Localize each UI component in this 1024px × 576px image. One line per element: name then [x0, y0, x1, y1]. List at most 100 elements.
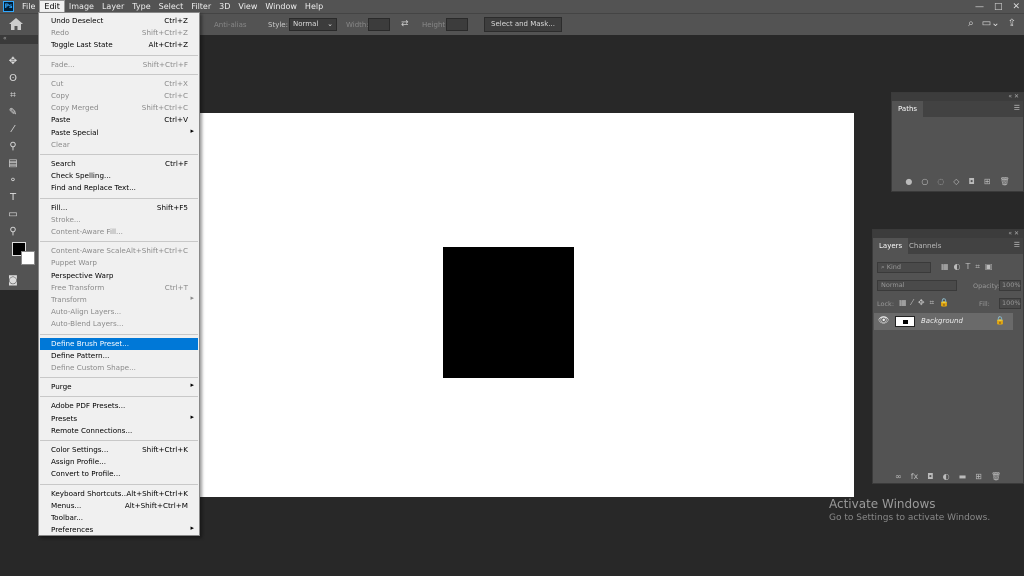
delete-layer-icon[interactable]: 🗑 [991, 472, 1001, 481]
menu-help[interactable]: Help [301, 0, 327, 13]
menu-item-menus[interactable]: Menus... Alt+Shift+Ctrl+M [40, 500, 198, 512]
menu-item-stroke[interactable]: Stroke... [40, 214, 198, 226]
layer-row-background[interactable]: 👁 Background 🔒 [874, 313, 1013, 330]
home-icon[interactable] [8, 17, 24, 31]
add-mask-icon[interactable]: ◘ [927, 472, 933, 481]
menu-item-cut[interactable]: Cut Ctrl+X [40, 78, 198, 90]
menu-item-free-transform[interactable]: Free Transform Ctrl+T [40, 282, 198, 294]
document-canvas[interactable] [188, 113, 854, 497]
width-input[interactable] [368, 18, 390, 31]
add-mask-icon[interactable]: ◘ [968, 177, 974, 186]
delete-path-icon[interactable]: 🗑 [999, 177, 1009, 186]
menu-item-auto-align-layers[interactable]: Auto-Align Layers... [40, 306, 198, 318]
opacity-input[interactable]: 100% [999, 280, 1021, 291]
menu-item-search[interactable]: Search Ctrl+F [40, 158, 198, 170]
make-path-icon[interactable]: ◇ [953, 177, 959, 186]
menu-window[interactable]: Window [261, 0, 301, 13]
brush-tool-icon[interactable]: ⁄ [6, 122, 20, 136]
menu-item-undo-deselect[interactable]: Undo Deselect Ctrl+Z [40, 15, 198, 27]
background-color-swatch[interactable] [21, 251, 35, 265]
menu-item-presets[interactable]: Presets ▸ [40, 413, 198, 425]
lasso-tool-icon[interactable]: ʘ [6, 71, 20, 85]
search-icon[interactable]: ⌕ [968, 18, 974, 29]
style-select[interactable]: Normal ⌄ [289, 18, 337, 31]
tab-channels[interactable]: Channels [903, 238, 947, 254]
layer-name[interactable]: Background [921, 317, 963, 325]
fill-input[interactable]: 100% [999, 298, 1021, 309]
menu-item-assign-profile[interactable]: Assign Profile... [40, 456, 198, 468]
swap-icon[interactable]: ⇄ [401, 19, 409, 29]
stroke-path-icon[interactable]: ○ [921, 177, 928, 186]
menu-item-copy[interactable]: Copy Ctrl+C [40, 90, 198, 102]
minimize-button[interactable]: — [975, 2, 984, 12]
gradient-tool-icon[interactable]: ▤ [6, 156, 20, 170]
menu-file[interactable]: File [18, 0, 39, 13]
adjustment-layer-icon[interactable]: ◐ [943, 472, 950, 481]
menu-item-fill[interactable]: Fill... Shift+F5 [40, 202, 198, 214]
anti-alias-label[interactable]: Anti-alias [214, 21, 247, 29]
menu-view[interactable]: View [234, 0, 261, 13]
panel-menu-icon[interactable]: ☰ [1014, 104, 1020, 112]
menu-item-preferences[interactable]: Preferences ▸ [40, 524, 198, 536]
menu-item-define-custom-shape[interactable]: Define Custom Shape... [40, 362, 198, 374]
filter-kind-select[interactable]: ⌕ Kind [877, 262, 931, 273]
filter-icons[interactable]: ▦◐T⌗▣ [941, 262, 998, 272]
crop-tool-icon[interactable]: ⌗ [6, 88, 20, 102]
menu-item-adobe-pdf-presets[interactable]: Adobe PDF Presets... [40, 400, 198, 412]
menu-item-label: Paste Special [51, 127, 99, 137]
panel-collapse[interactable]: « ✕ [892, 93, 1023, 101]
menu-item-purge[interactable]: Purge ▸ [40, 381, 198, 393]
fx-icon[interactable]: fx [911, 472, 919, 481]
eyedropper-tool-icon[interactable]: ✎ [6, 105, 20, 119]
quick-mask-icon[interactable]: ◙ [6, 273, 20, 287]
menu-item-check-spelling[interactable]: Check Spelling... [40, 170, 198, 182]
menu-item-clear[interactable]: Clear [40, 139, 198, 151]
menu-item-color-settings[interactable]: Color Settings... Shift+Ctrl+K [40, 444, 198, 456]
type-tool-icon[interactable]: T [6, 190, 20, 204]
height-input[interactable] [446, 18, 468, 31]
close-button[interactable]: ✕ [1012, 2, 1020, 12]
menu-item-paste-special[interactable]: Paste Special ▸ [40, 127, 198, 139]
link-layers-icon[interactable]: ∞ [895, 472, 902, 481]
menu-item-content-aware-scale[interactable]: Content-Aware Scale Alt+Shift+Ctrl+C [40, 245, 198, 257]
panel-menu-icon[interactable]: ☰ [1014, 241, 1020, 249]
new-group-icon[interactable]: ▬ [959, 472, 967, 481]
menu-item-redo[interactable]: Redo Shift+Ctrl+Z [40, 27, 198, 39]
menu-item-puppet-warp[interactable]: Puppet Warp [40, 257, 198, 269]
dodge-tool-icon[interactable]: ⚬ [6, 173, 20, 187]
menu-item-find-and-replace-text[interactable]: Find and Replace Text... [40, 182, 198, 194]
menu-item-define-pattern[interactable]: Define Pattern... [40, 350, 198, 362]
panel-collapse[interactable]: « ✕ [873, 230, 1023, 238]
new-path-icon[interactable]: ⊞ [984, 177, 991, 186]
menu-item-auto-blend-layers[interactable]: Auto-Blend Layers... [40, 318, 198, 330]
rectangle-tool-icon[interactable]: ▭ [6, 207, 20, 221]
move-tool-icon[interactable]: ✥ [6, 54, 20, 68]
fill-path-icon[interactable]: ● [905, 177, 912, 186]
menu-3d[interactable]: 3D [215, 0, 234, 13]
new-layer-icon[interactable]: ⊞ [975, 472, 982, 481]
eye-icon[interactable]: 👁 [878, 316, 889, 326]
menu-item-perspective-warp[interactable]: Perspective Warp [40, 270, 198, 282]
menu-item-content-aware-fill[interactable]: Content-Aware Fill... [40, 226, 198, 238]
blend-mode-select[interactable]: Normal [877, 280, 957, 291]
menu-item-convert-to-profile[interactable]: Convert to Profile... [40, 468, 198, 480]
menu-item-keyboard-shortcuts[interactable]: Keyboard Shortcuts... Alt+Shift+Ctrl+K [40, 488, 198, 500]
history-brush-icon[interactable]: ⚲ [6, 139, 20, 153]
menu-item-paste[interactable]: Paste Ctrl+V [40, 114, 198, 126]
menu-item-toolbar[interactable]: Toolbar... [40, 512, 198, 524]
menu-item-transform[interactable]: Transform ▸ [40, 294, 198, 306]
menu-item-define-brush-preset[interactable]: Define Brush Preset... [40, 337, 198, 350]
workspace-icon[interactable]: ▭⌄ [982, 18, 1000, 29]
select-and-mask-button[interactable]: Select and Mask... [484, 17, 562, 32]
maximize-button[interactable]: □ [994, 2, 1003, 12]
tab-paths[interactable]: Paths [892, 101, 924, 117]
menu-item-toggle-last-state[interactable]: Toggle Last State Alt+Ctrl+Z [40, 39, 198, 51]
menu-item-copy-merged[interactable]: Copy Merged Shift+Ctrl+C [40, 102, 198, 114]
lock-icons[interactable]: ▦⁄✥⌗🔒 [899, 298, 954, 308]
share-icon[interactable]: ⇪ [1008, 18, 1016, 29]
toolbar-collapse[interactable]: « [0, 35, 40, 44]
zoom-tool-icon[interactable]: ⚲ [6, 224, 20, 238]
menu-item-fade[interactable]: Fade... Shift+Ctrl+F [40, 59, 198, 71]
load-selection-icon[interactable]: ◌ [937, 177, 944, 186]
menu-item-remote-connections[interactable]: Remote Connections... [40, 425, 198, 437]
